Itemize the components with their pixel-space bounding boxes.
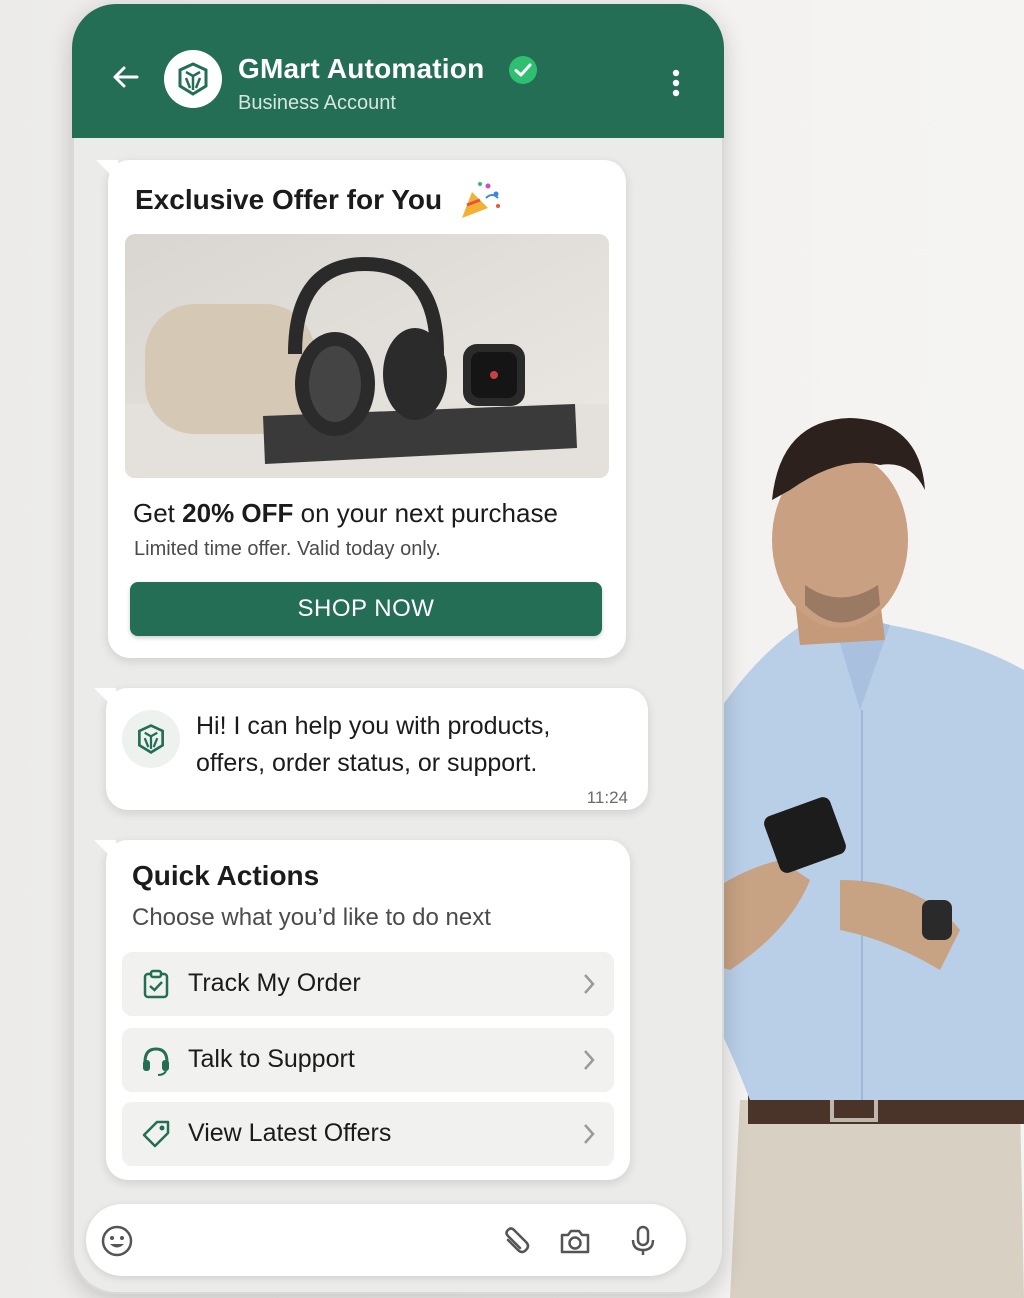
product-image[interactable] [125,234,609,478]
bubble-tail [96,160,118,182]
party-popper-icon [462,182,500,218]
chevron-right-icon [584,974,595,994]
quick-actions-subtitle: Choose what you’d like to do next [132,904,491,931]
business-avatar[interactable] [164,50,222,108]
emoji-icon[interactable] [100,1224,134,1258]
bubble-tail [94,688,116,710]
phone-frame: GMart Automation Business Account Exclus… [72,4,724,1294]
shop-now-button[interactable]: SHOP NOW [130,582,602,636]
tag-icon [142,1120,170,1148]
message-timestamp: 11:24 [586,788,628,807]
greeting-message-card: Hi! I can help you with products, offers… [94,688,648,810]
greeting-line: offers, order status, or support. [196,749,538,777]
camera-icon[interactable] [558,1224,592,1258]
offer-note: Limited time offer. Valid today only. [134,538,441,560]
bubble-tail [94,840,116,862]
offer-title: Exclusive Offer for You [135,184,443,215]
back-arrow-icon[interactable] [110,62,140,92]
bot-avatar [122,710,180,768]
view-offers-button[interactable]: View Latest Offers [122,1102,614,1166]
chevron-right-icon [584,1124,595,1144]
clipboard-check-icon [143,969,169,999]
gmart-logo-icon [138,724,164,754]
business-name: GMart Automation [238,53,485,84]
action-label: Talk to Support [188,1045,355,1073]
offer-headline: Get 20% OFF on your next purchase [133,498,558,529]
verified-check-icon [509,56,537,84]
greeting-line: Hi! I can help you with products, [196,712,551,740]
track-order-button[interactable]: Track My Order [122,952,614,1016]
chevron-right-icon [584,1050,595,1070]
talk-to-support-button[interactable]: Talk to Support [122,1028,614,1092]
chat-header: GMart Automation Business Account [72,4,724,138]
action-label: Track My Order [188,969,361,997]
offer-message-card: Exclusive Offer for You Get 20% OFF on y… [96,160,626,658]
more-options-icon[interactable] [670,68,682,98]
action-label: View Latest Offers [188,1119,392,1147]
quick-actions-card: Quick Actions Choose what you’d like to … [94,840,630,1180]
account-type: Business Account [238,92,396,114]
quick-actions-title: Quick Actions [132,860,320,891]
microphone-icon[interactable] [626,1224,660,1258]
attachment-icon[interactable] [498,1224,532,1258]
greeting-text: Hi! I can help you with products, offers… [196,708,616,782]
headset-icon [143,1047,169,1076]
headline-prefix: Get [133,498,175,528]
headline-discount: 20% OFF [182,498,294,528]
headline-suffix: on your next purchase [300,498,558,528]
message-composer[interactable] [86,1204,686,1276]
gmart-logo-icon [178,62,208,96]
